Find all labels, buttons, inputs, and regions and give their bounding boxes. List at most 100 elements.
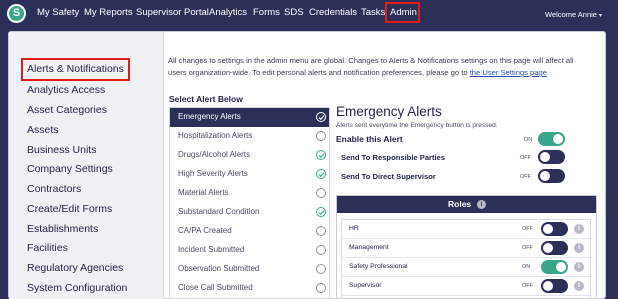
nav-forms[interactable]: Forms bbox=[253, 7, 280, 18]
info-icon[interactable]: i bbox=[477, 200, 486, 209]
alert-label: Material Alerts bbox=[178, 188, 229, 197]
roles-title: Roles bbox=[448, 199, 472, 209]
sidebar-item-analytics-access[interactable]: Analytics Access bbox=[27, 84, 105, 96]
check-circle-icon bbox=[316, 112, 326, 122]
role-row-supervisor: Supervisor OFF i bbox=[342, 277, 590, 296]
nav-credentials[interactable]: Credentials bbox=[309, 7, 357, 18]
info-icon[interactable]: i bbox=[574, 243, 584, 253]
global-settings-notice: All changes to settings in the admin men… bbox=[168, 55, 588, 79]
app-logo[interactable]: S bbox=[7, 4, 26, 23]
role-state: OFF bbox=[522, 283, 533, 289]
toggle-knob bbox=[540, 152, 550, 162]
send-responsible-parties-label: Send To Responsible Parties bbox=[341, 153, 446, 162]
alert-item-drugs-alcohol[interactable]: Drugs/Alcohol Alerts bbox=[170, 146, 329, 165]
alert-item-emergency[interactable]: Emergency Alerts bbox=[170, 108, 329, 127]
toggle-knob bbox=[553, 134, 563, 144]
toggle-knob bbox=[543, 243, 553, 253]
sidebar-item-facilities[interactable]: Facilities bbox=[27, 242, 68, 254]
role-state: OFF bbox=[522, 226, 533, 232]
roles-list: HR OFF i Management OFF i Safety Profess… bbox=[341, 219, 591, 299]
sidebar-item-company-settings[interactable]: Company Settings bbox=[27, 163, 113, 175]
alert-item-incident-submitted[interactable]: Incident Submitted bbox=[170, 241, 329, 260]
role-toggle[interactable] bbox=[541, 241, 568, 255]
role-state: OFF bbox=[522, 245, 533, 251]
role-state: ON bbox=[522, 264, 531, 270]
user-menu[interactable]: Welcome Annie ▾ bbox=[545, 10, 602, 19]
alert-label: CA/PA Created bbox=[178, 226, 232, 235]
nav-supervisor-portal[interactable]: Supervisor Portal bbox=[136, 7, 209, 18]
alert-item-close-call-submitted[interactable]: Close Call Submitted bbox=[170, 279, 329, 298]
info-icon[interactable]: i bbox=[574, 224, 584, 234]
role-row-safety-professional: Safety Professional ON i bbox=[342, 258, 590, 277]
empty-circle-icon bbox=[316, 226, 326, 236]
send-responsible-parties-state: OFF bbox=[520, 155, 531, 161]
nav-my-reports[interactable]: My Reports bbox=[84, 7, 133, 18]
send-direct-supervisor-toggle[interactable] bbox=[538, 169, 565, 183]
enable-alert-label: Enable this Alert bbox=[336, 134, 403, 144]
enable-alert-state: ON bbox=[524, 137, 533, 143]
role-name: Safety Professional bbox=[349, 263, 408, 270]
sidebar-item-asset-categories[interactable]: Asset Categories bbox=[27, 104, 107, 116]
check-circle-icon bbox=[316, 150, 326, 160]
alert-item-capa-created[interactable]: CA/PA Created bbox=[170, 222, 329, 241]
info-icon[interactable]: i bbox=[574, 281, 584, 291]
nav-tasks[interactable]: Tasks bbox=[361, 7, 385, 18]
chevron-down-icon: ▾ bbox=[598, 13, 602, 19]
toggle-knob bbox=[540, 171, 550, 181]
enable-alert-toggle[interactable] bbox=[538, 132, 565, 146]
welcome-text: Welcome Annie bbox=[545, 10, 597, 19]
alert-item-material[interactable]: Material Alerts bbox=[170, 184, 329, 203]
alert-label: Emergency Alerts bbox=[178, 112, 241, 121]
sidebar-item-establishments[interactable]: Establishments bbox=[27, 223, 98, 235]
roles-panel: Roles i HR OFF i Management OFF i Safety… bbox=[336, 195, 597, 299]
empty-circle-icon bbox=[316, 131, 326, 141]
role-name: Management bbox=[349, 244, 389, 251]
admin-highlight-box bbox=[385, 2, 420, 23]
alert-label: Drugs/Alcohol Alerts bbox=[178, 150, 251, 159]
send-direct-supervisor-state: OFF bbox=[520, 174, 531, 180]
role-toggle[interactable] bbox=[541, 279, 568, 293]
send-direct-supervisor-label: Send To Direct Supervisor bbox=[341, 172, 436, 181]
sidebar-item-business-units[interactable]: Business Units bbox=[27, 144, 96, 156]
alert-detail-description: Alerts sent everytime the Emergency butt… bbox=[336, 122, 498, 129]
empty-circle-icon bbox=[316, 188, 326, 198]
roles-header: Roles i bbox=[337, 196, 596, 213]
check-circle-icon bbox=[316, 207, 326, 217]
alert-item-high-severity[interactable]: High Severity Alerts bbox=[170, 165, 329, 184]
role-row-management: Management OFF i bbox=[342, 239, 590, 258]
sidebar-item-regulatory-agencies[interactable]: Regulatory Agencies bbox=[27, 262, 123, 274]
alert-item-hospitalization[interactable]: Hospitalization Alerts bbox=[170, 127, 329, 146]
alert-label: Incident Submitted bbox=[178, 245, 245, 254]
sidebar-item-assets[interactable]: Assets bbox=[27, 124, 59, 136]
toggle-knob bbox=[543, 281, 553, 291]
alert-label: Hospitalization Alerts bbox=[178, 131, 253, 140]
sidebar-item-system-configuration[interactable]: System Configuration bbox=[27, 282, 127, 294]
role-name: Supervisor bbox=[349, 282, 382, 289]
check-circle-icon bbox=[316, 169, 326, 179]
role-toggle[interactable] bbox=[541, 260, 568, 274]
alert-label: Observation Submitted bbox=[178, 264, 260, 273]
nav-analytics[interactable]: Analytics bbox=[209, 7, 247, 18]
alert-item-substandard-condition[interactable]: Substandard Condition bbox=[170, 203, 329, 222]
logo-letter: S bbox=[9, 6, 24, 21]
top-nav: S My Safety My Reports Supervisor Portal… bbox=[0, 0, 618, 27]
nav-my-safety[interactable]: My Safety bbox=[37, 7, 79, 18]
info-icon[interactable]: i bbox=[574, 262, 584, 272]
role-row-hr: HR OFF i bbox=[342, 220, 590, 239]
alert-label: Substandard Condition bbox=[178, 207, 260, 216]
empty-circle-icon bbox=[316, 283, 326, 293]
role-name: HR bbox=[349, 225, 359, 232]
toggle-knob bbox=[556, 262, 566, 272]
sidebar-item-create-edit-forms[interactable]: Create/Edit Forms bbox=[27, 203, 112, 215]
sidebar-item-contractors[interactable]: Contractors bbox=[27, 183, 81, 195]
alert-label: Close Call Submitted bbox=[178, 283, 253, 292]
select-alert-heading: Select Alert Below bbox=[169, 94, 243, 104]
user-settings-link[interactable]: the User Settings page bbox=[470, 68, 547, 77]
alert-item-observation-submitted[interactable]: Observation Submitted bbox=[170, 260, 329, 279]
alert-list: Emergency Alerts Hospitalization Alerts … bbox=[169, 107, 330, 299]
empty-circle-icon bbox=[316, 264, 326, 274]
send-responsible-parties-toggle[interactable] bbox=[538, 150, 565, 164]
role-toggle[interactable] bbox=[541, 222, 568, 236]
sidebar-item-alerts-notifications[interactable]: Alerts & Notifications bbox=[27, 63, 124, 75]
nav-sds[interactable]: SDS bbox=[284, 7, 304, 18]
